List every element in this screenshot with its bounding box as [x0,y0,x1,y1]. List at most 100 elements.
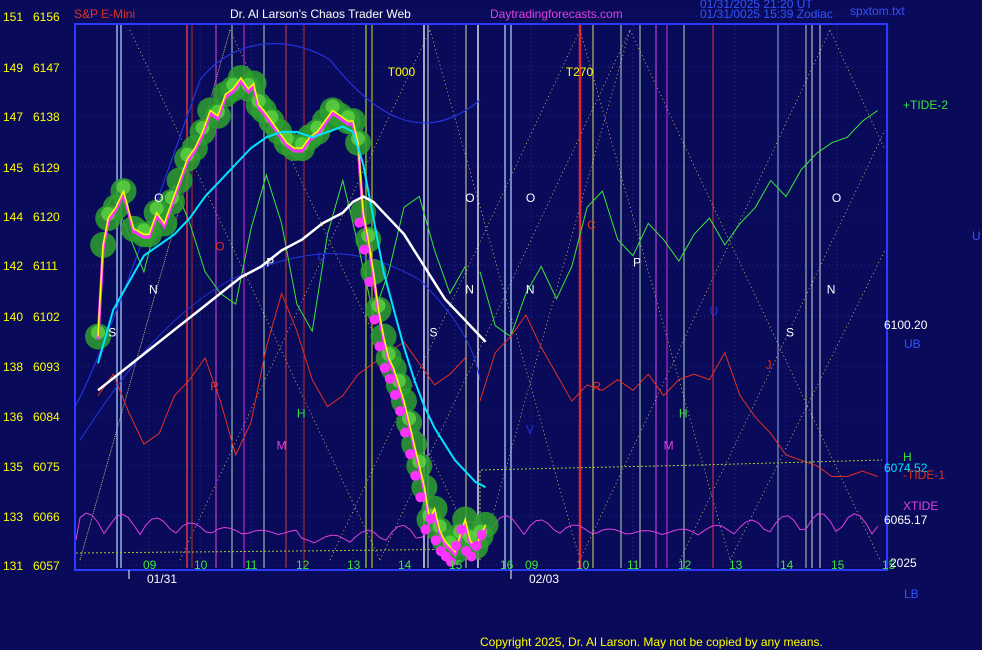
data-file-label: spxtom.txt [850,4,905,18]
price-dot [384,373,395,384]
price-dot [405,449,416,460]
y-label-a: 140 [3,310,23,324]
planet-label: S [108,325,116,339]
y-label-a: 133 [3,510,23,524]
planet-label: U [317,250,326,264]
y-label-a: 144 [3,210,23,224]
y-label-b: 6138 [33,110,60,124]
date-label: 02/03 [529,572,559,586]
price-dot [364,276,375,287]
x-tick-label: 10 [194,558,208,572]
y-label-b: 6075 [33,460,60,474]
y-label-b: 6111 [33,259,58,273]
year-label: 2025 [890,556,917,570]
x-tick-label: 11 [627,558,640,572]
planet-label: O [526,191,535,205]
x-tick-label: 09 [143,558,157,572]
right-label-lb: LB [904,587,919,601]
planet-label: O [465,191,474,205]
right-label-ub: UB [904,337,921,351]
y-label-b: 6102 [33,310,60,324]
y-label-a: 142 [3,259,23,273]
y-label-a: 149 [3,61,23,75]
y-label-b: 6084 [33,410,60,424]
planet-label: P [266,256,274,270]
y-label-b: 6147 [33,61,60,75]
planet-label: N [827,282,836,296]
planet-label: C [587,218,596,232]
x-tick-label: 09 [525,558,539,572]
x-tick-label: 16 [500,558,514,572]
x-tick-label: 15 [449,558,463,572]
y-label-b: 6120 [33,210,60,224]
y-label-a: 135 [3,460,23,474]
planet-label: V [526,422,534,436]
planet-label: N [149,282,158,296]
x-tick-label: 10 [576,558,590,572]
price-dot [395,406,405,417]
time-marker: T270 [566,65,594,79]
right-label-level2: 6065.17 [884,513,928,527]
x-tick-label: 12 [678,558,692,572]
x-tick-label: 13 [347,558,361,572]
right-label-price: 6100.20 [884,318,928,332]
planet-label: N [465,282,474,296]
planet-label: H [297,406,306,420]
price-dot [430,535,441,546]
planet-label: O [832,191,841,205]
price-dot [379,363,390,374]
x-tick-label: 14 [780,558,794,572]
y-label-a: 136 [3,410,23,424]
planet-label: J [766,358,772,372]
date-label: 01/31 [147,572,177,586]
planet-label: M [664,439,674,453]
planet-label: M [277,439,287,453]
planet-label: S [786,325,794,339]
x-tick-label: 11 [245,558,258,572]
price-dot [389,389,400,400]
price-dot [374,341,385,352]
price-dot [420,524,431,535]
y-label-b: 6093 [33,360,60,374]
y-label-b: 6129 [33,161,60,175]
x-tick-label: 15 [831,558,845,572]
y-label-b: 6057 [33,559,60,573]
chaos-trader-chart: O N S O P R H M U O N S O N V C R P U H M J S O N T000 T270 S&P E… [0,0,982,650]
price-dot [354,217,365,228]
planet-label: P [633,256,641,270]
y-label-b: 6066 [33,510,60,524]
price-dot [456,524,467,535]
y-label-a: 151 [3,10,23,24]
price-dot [476,529,487,540]
right-label-upper: U [972,229,981,243]
planet-label: R [592,379,601,393]
y-label-a: 145 [3,161,23,175]
planet-label: O [154,191,163,205]
chart-background [0,0,982,650]
planet-label: U [710,304,719,318]
x-tick-label: 14 [398,558,412,572]
y-label-a: 147 [3,110,23,124]
planet-label: H [679,406,688,420]
copyright-text: Copyright 2025, Dr. Al Larson. May not b… [480,635,823,649]
price-dot [369,314,380,325]
planet-label: N [526,282,535,296]
right-label-tide1: -TIDE-1 [903,468,945,482]
y-label-b: 6156 [33,10,60,24]
price-dot [451,540,462,551]
x-tick-label: 13 [729,558,743,572]
y-label-a: 131 [3,559,23,573]
price-dot [466,551,477,562]
y-label-a: 138 [3,360,23,374]
price-dot [410,470,421,481]
right-label-tide2: +TIDE-2 [903,98,948,112]
price-dot [359,244,370,255]
price-dot [425,513,436,524]
author-label: Dr. Al Larson's Chaos Trader Web [230,7,411,21]
price-dot [471,540,482,551]
planet-label: O [215,239,224,253]
x-tick-label: 12 [296,558,310,572]
planet-label: R [210,379,219,393]
price-dot [400,427,411,438]
site-label[interactable]: Daytradingforecasts.com [490,7,623,21]
